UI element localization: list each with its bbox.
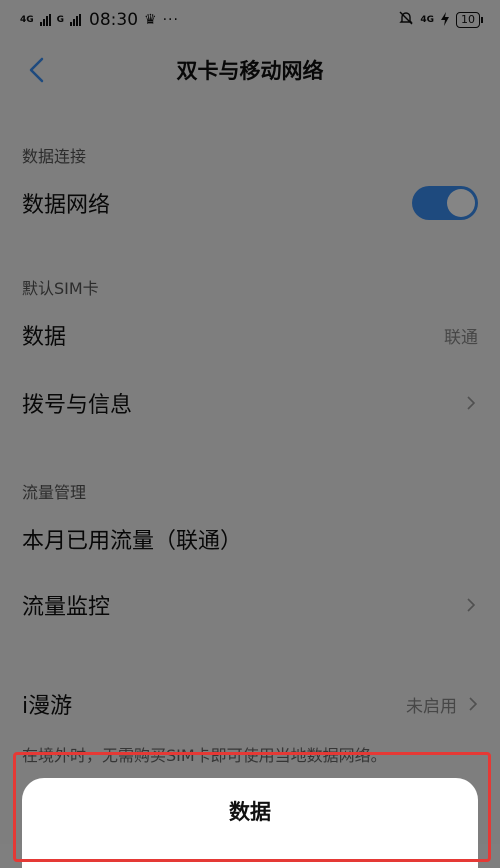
dial-sms-row[interactable]: 拨号与信息: [0, 370, 500, 436]
chevron-right-icon: [469, 697, 478, 711]
back-button[interactable]: [18, 52, 54, 88]
traffic-monitor-row[interactable]: 流量监控: [0, 572, 500, 638]
signal-icon-2: [70, 14, 82, 26]
data-network-label: 数据网络: [22, 193, 111, 218]
data-network-row[interactable]: 数据网络: [0, 170, 500, 236]
data-network-toggle[interactable]: [412, 186, 478, 220]
status-bar: 4G G 08:30 ♛ ··· 4G 10: [0, 0, 500, 40]
data-sim-label: 数据: [22, 325, 67, 350]
annotation-highlight-box: [13, 752, 491, 862]
roaming-label: i漫游: [22, 694, 73, 719]
battery-indicator: 10: [456, 12, 483, 28]
network-type-3: 4G: [420, 14, 434, 25]
chevron-left-icon: [29, 57, 44, 83]
roaming-row[interactable]: i漫游 未启用: [0, 671, 500, 737]
chevron-right-icon: [464, 598, 478, 612]
chevron-right-icon: [464, 396, 478, 410]
toggle-knob: [447, 189, 475, 217]
roaming-value: 未启用: [406, 696, 457, 717]
section-data-connection: 数据连接: [22, 147, 87, 166]
month-usage-label: 本月已用流量（联通）: [22, 529, 243, 554]
section-traffic: 流量管理: [22, 483, 87, 502]
network-type-2: G: [56, 14, 65, 25]
charging-icon: [440, 11, 450, 30]
signal-icon-1: [39, 14, 51, 26]
mute-bell-icon: [398, 10, 414, 30]
month-usage-row[interactable]: 本月已用流量（联通）: [0, 506, 500, 572]
clock: 08:30: [89, 10, 139, 30]
crown-icon: ♛: [144, 12, 157, 28]
dial-sms-label: 拨号与信息: [22, 393, 133, 418]
traffic-monitor-label: 流量监控: [22, 595, 111, 620]
section-default-sim: 默认SIM卡: [22, 279, 99, 298]
data-sim-row[interactable]: 数据 联通: [0, 302, 500, 368]
page-title: 双卡与移动网络: [176, 59, 324, 83]
more-notifications: ···: [162, 12, 179, 28]
settings-page: 4G G 08:30 ♛ ··· 4G 10 双卡与移动网络 数据连接 数据网络: [0, 0, 500, 844]
nav-header: 双卡与移动网络: [0, 40, 500, 100]
data-sim-value: 联通: [444, 327, 478, 348]
network-type-1: 4G: [20, 14, 34, 25]
